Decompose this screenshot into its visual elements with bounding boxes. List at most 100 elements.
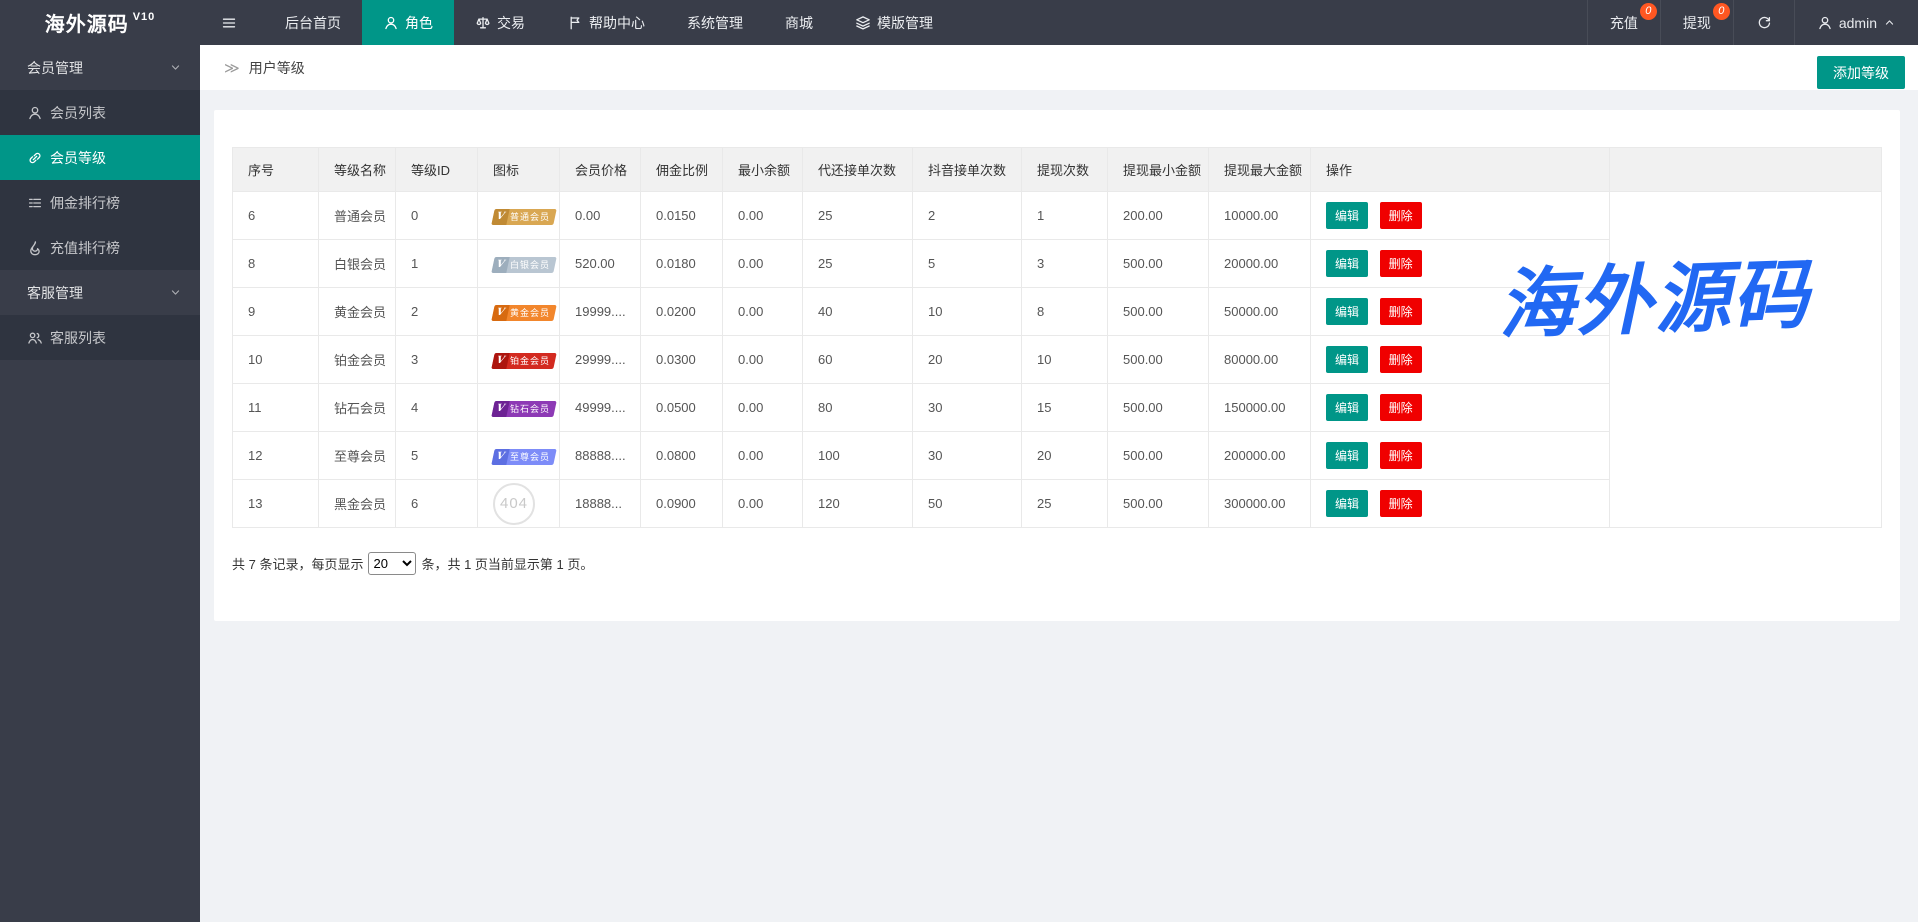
cell-actions: 编辑 删除 xyxy=(1311,240,1610,288)
cell-min_balance: 0.00 xyxy=(723,288,803,336)
nav-item[interactable]: 角色 xyxy=(362,0,454,45)
cell-repay_orders: 25 xyxy=(803,192,913,240)
sidebar-item[interactable]: 会员列表 xyxy=(0,90,200,135)
edit-button[interactable]: 编辑 xyxy=(1326,490,1368,517)
edit-button[interactable]: 编辑 xyxy=(1326,394,1368,421)
cell-rate: 0.0800 xyxy=(641,432,723,480)
app-title: 海外源码 xyxy=(45,8,129,37)
cell-withdraw_max: 80000.00 xyxy=(1209,336,1311,384)
cell-repay_orders: 80 xyxy=(803,384,913,432)
cell-level_id: 5 xyxy=(396,432,478,480)
column-header: 图标 xyxy=(478,148,560,192)
cell-douyin_orders: 50 xyxy=(913,480,1022,528)
cell-name: 黄金会员 xyxy=(319,288,396,336)
edit-button[interactable]: 编辑 xyxy=(1326,250,1368,277)
nav-item[interactable]: 商城 xyxy=(764,0,834,45)
admin-username: admin xyxy=(1839,15,1877,31)
sidebar-toggle-button[interactable] xyxy=(200,0,264,45)
sidebar-item[interactable]: 会员等级 xyxy=(0,135,200,180)
level-badge-icon: V至尊会员 xyxy=(491,449,556,465)
recharge-nav-item[interactable]: 充值 0 xyxy=(1587,0,1660,45)
nav-item[interactable]: 模版管理 xyxy=(834,0,954,45)
cell-rate: 0.0150 xyxy=(641,192,723,240)
edit-button[interactable]: 编辑 xyxy=(1326,442,1368,469)
delete-button[interactable]: 删除 xyxy=(1380,250,1422,277)
cell-withdraw_min: 500.00 xyxy=(1108,384,1209,432)
cell-seq: 13 xyxy=(233,480,319,528)
cell-repay_orders: 120 xyxy=(803,480,913,528)
nav-item[interactable]: 帮助中心 xyxy=(546,0,666,45)
cell-douyin_orders: 10 xyxy=(913,288,1022,336)
delete-button[interactable]: 删除 xyxy=(1380,490,1422,517)
cell-seq: 11 xyxy=(233,384,319,432)
cell-icon: V白银会员 xyxy=(478,240,560,288)
delete-button[interactable]: 删除 xyxy=(1380,202,1422,229)
cell-repay_orders: 100 xyxy=(803,432,913,480)
sidebar-group[interactable]: 客服管理 xyxy=(0,270,200,315)
cell-min_balance: 0.00 xyxy=(723,336,803,384)
cell-withdraw_max: 300000.00 xyxy=(1209,480,1311,528)
cell-repay_orders: 25 xyxy=(803,240,913,288)
column-header: 等级ID xyxy=(396,148,478,192)
column-header: 代还接单次数 xyxy=(803,148,913,192)
refresh-button[interactable] xyxy=(1733,0,1794,45)
cell-name: 铂金会员 xyxy=(319,336,396,384)
levels-table: 序号等级名称等级ID图标会员价格佣金比例最小余额代还接单次数抖音接单次数提现次数… xyxy=(232,147,1882,528)
add-level-button[interactable]: 添加等级 xyxy=(1817,56,1905,89)
sidebar-item[interactable]: 客服列表 xyxy=(0,315,200,360)
cell-rate: 0.0180 xyxy=(641,240,723,288)
table-empty-area xyxy=(1610,192,1882,528)
cell-level_id: 4 xyxy=(396,384,478,432)
cell-repay_orders: 60 xyxy=(803,336,913,384)
cell-withdraw_max: 200000.00 xyxy=(1209,432,1311,480)
nav-item[interactable]: 后台首页 xyxy=(264,0,362,45)
link-icon xyxy=(27,150,43,166)
column-header xyxy=(1610,148,1882,192)
cell-price: 18888... xyxy=(560,480,641,528)
cell-withdraw_count: 8 xyxy=(1022,288,1108,336)
cell-name: 钻石会员 xyxy=(319,384,396,432)
cell-seq: 8 xyxy=(233,240,319,288)
delete-button[interactable]: 删除 xyxy=(1380,298,1422,325)
sidebar-item[interactable]: 佣金排行榜 xyxy=(0,180,200,225)
nav-item[interactable]: 交易 xyxy=(454,0,546,45)
withdraw-badge: 0 xyxy=(1713,3,1730,20)
cell-seq: 9 xyxy=(233,288,319,336)
column-header: 佣金比例 xyxy=(641,148,723,192)
cell-name: 黑金会员 xyxy=(319,480,396,528)
cell-withdraw_count: 10 xyxy=(1022,336,1108,384)
level-badge-icon: V白银会员 xyxy=(491,257,556,273)
edit-button[interactable]: 编辑 xyxy=(1326,202,1368,229)
app-logo[interactable]: 海外源码V10 xyxy=(0,0,200,45)
cell-icon: V普通会员 xyxy=(478,192,560,240)
cell-price: 520.00 xyxy=(560,240,641,288)
delete-button[interactable]: 删除 xyxy=(1380,394,1422,421)
level-badge-icon: V普通会员 xyxy=(491,209,556,225)
delete-button[interactable]: 删除 xyxy=(1380,442,1422,469)
cell-price: 29999.... xyxy=(560,336,641,384)
cell-withdraw_count: 3 xyxy=(1022,240,1108,288)
withdraw-nav-item[interactable]: 提现 0 xyxy=(1660,0,1733,45)
cell-rate: 0.0900 xyxy=(641,480,723,528)
scales-icon xyxy=(475,15,491,31)
column-header: 操作 xyxy=(1311,148,1610,192)
sidebar-group[interactable]: 会员管理 xyxy=(0,45,200,90)
edit-button[interactable]: 编辑 xyxy=(1326,346,1368,373)
edit-button[interactable]: 编辑 xyxy=(1326,298,1368,325)
cell-withdraw_min: 500.00 xyxy=(1108,240,1209,288)
layers-icon xyxy=(855,15,871,31)
cell-withdraw_count: 15 xyxy=(1022,384,1108,432)
admin-menu[interactable]: admin xyxy=(1794,0,1918,45)
cell-withdraw_count: 25 xyxy=(1022,480,1108,528)
cell-level_id: 6 xyxy=(396,480,478,528)
cell-douyin_orders: 30 xyxy=(913,432,1022,480)
delete-button[interactable]: 删除 xyxy=(1380,346,1422,373)
withdraw-label: 提现 xyxy=(1683,13,1711,33)
cell-icon: V钻石会员 xyxy=(478,384,560,432)
page-size-select[interactable]: 20 xyxy=(368,552,416,575)
cell-actions: 编辑 删除 xyxy=(1311,384,1610,432)
nav-item[interactable]: 系统管理 xyxy=(666,0,764,45)
sidebar-item[interactable]: 充值排行榜 xyxy=(0,225,200,270)
table-header-row: 序号等级名称等级ID图标会员价格佣金比例最小余额代还接单次数抖音接单次数提现次数… xyxy=(233,148,1882,192)
sidebar: 会员管理会员列表会员等级佣金排行榜充值排行榜客服管理客服列表 xyxy=(0,45,200,922)
